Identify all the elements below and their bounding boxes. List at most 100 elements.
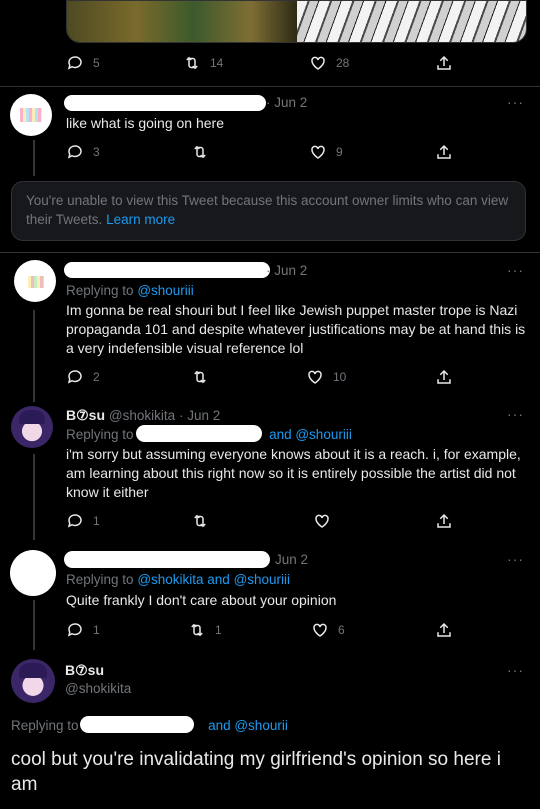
reply-count: 1 [93, 514, 100, 528]
reply-icon [67, 145, 82, 159]
like-count: 10 [333, 370, 347, 384]
avatar[interactable] [11, 406, 53, 448]
like-count: 6 [338, 623, 345, 637]
divider [0, 86, 540, 87]
heart-icon [311, 56, 325, 70]
thread-line [33, 140, 35, 176]
share-icon [437, 144, 451, 159]
tweet-text: i'm sorry but assuming everyone knows ab… [66, 446, 521, 500]
avatar[interactable] [10, 94, 52, 136]
avatar[interactable] [10, 550, 56, 596]
like-action[interactable]: 6 [311, 621, 345, 639]
retweet-icon [194, 145, 206, 159]
replying-label: Replying to [66, 572, 134, 587]
retweet-icon [194, 514, 206, 528]
retweet-icon [186, 56, 198, 70]
notice-text: You're unable to view this Tweet because… [26, 193, 509, 227]
retweet-count: 1 [215, 623, 222, 637]
reply-icon [67, 623, 82, 637]
display-name[interactable]: B⑦su [66, 407, 105, 423]
retweet-action[interactable] [191, 512, 218, 530]
handle[interactable]: @shokikita [109, 408, 175, 423]
more-icon[interactable]: ··· [507, 262, 524, 278]
tweet-text: Im gonna be real shouri but I feel like … [66, 302, 526, 356]
mention-link[interactable]: @shouriii [137, 283, 193, 298]
like-action[interactable]: 10 [306, 368, 346, 386]
share-icon [437, 513, 451, 528]
reply-count: 1 [93, 623, 100, 637]
share-icon [437, 55, 451, 70]
heart-icon [313, 623, 327, 637]
share-action[interactable] [435, 143, 453, 161]
replying-label: Replying to [66, 427, 134, 442]
mention-link[interactable]: @shokikita and @shouriii [137, 572, 290, 587]
retweet-action[interactable] [191, 368, 218, 386]
reply-action[interactable]: 3 [66, 143, 100, 161]
reply-action[interactable]: 2 [66, 368, 100, 386]
tweet-date[interactable]: · Jun 2 [266, 263, 307, 278]
author-line: B⑦su @shokikita · Jun 2 [66, 407, 220, 424]
replying-to: Replying to @shokikita and @shouriii [66, 572, 290, 587]
share-action[interactable] [435, 512, 453, 530]
share-icon [437, 369, 451, 384]
more-icon[interactable]: ··· [507, 551, 524, 567]
replying-to: Replying to @shouriii [66, 283, 194, 298]
tweet-date[interactable]: · Jun 2 [179, 408, 220, 423]
learn-more-link[interactable]: Learn more [106, 212, 175, 227]
thread-line [33, 600, 35, 650]
tweet-text: Quite frankly I don't care about your op… [66, 592, 337, 608]
reply-action[interactable]: 1 [66, 512, 100, 530]
handle[interactable]: @shokikita [65, 681, 131, 696]
like-count: 28 [336, 56, 350, 70]
mention-link[interactable]: and @shourii [208, 718, 288, 733]
heart-icon [308, 370, 322, 384]
redaction [64, 262, 270, 278]
retweet-action[interactable]: 1 [188, 621, 222, 639]
reply-count: 2 [93, 370, 100, 384]
retweet-icon [194, 370, 206, 384]
tweet-date[interactable]: Jun 2 [275, 552, 308, 567]
like-action[interactable]: 28 [309, 54, 349, 72]
like-action[interactable] [313, 512, 340, 530]
share-action[interactable] [435, 368, 453, 386]
divider [0, 252, 540, 253]
mention-link[interactable]: and @shouriii [269, 427, 352, 442]
redaction [64, 551, 270, 568]
avatar[interactable] [11, 659, 55, 703]
retweet-icon [191, 623, 203, 637]
tweet-text: like what is going on here [66, 115, 224, 131]
tweet-date[interactable]: · Jun 2 [266, 95, 307, 110]
reply-count: 3 [93, 145, 100, 159]
more-icon[interactable]: ··· [507, 94, 524, 110]
share-action[interactable] [435, 54, 453, 72]
retweet-action[interactable]: 14 [183, 54, 223, 72]
replying-to: Replying to and @shouriii [66, 427, 526, 442]
retweet-action[interactable] [191, 143, 218, 161]
avatar[interactable] [14, 260, 56, 302]
replying-label: Replying to [66, 283, 134, 298]
reply-icon [67, 56, 82, 70]
thread-line [33, 454, 35, 540]
like-count: 9 [336, 145, 343, 159]
reply-count: 5 [93, 56, 100, 70]
thread-line [33, 310, 35, 402]
reply-action[interactable]: 1 [66, 621, 100, 639]
media-image[interactable] [66, 0, 527, 43]
retweet-count: 14 [210, 56, 224, 70]
reply-action[interactable]: 5 [66, 54, 100, 72]
redaction [64, 95, 266, 111]
reply-icon [67, 514, 82, 528]
redaction [136, 425, 262, 442]
heart-icon [311, 145, 325, 159]
like-action[interactable]: 9 [309, 143, 343, 161]
more-icon[interactable]: ··· [507, 662, 524, 678]
share-icon [437, 622, 451, 637]
tweet-text: cool but you're invalidating my girlfrie… [11, 749, 501, 795]
more-icon[interactable]: ··· [507, 406, 524, 422]
replying-label: Replying to [11, 718, 79, 733]
share-action[interactable] [435, 621, 453, 639]
unavailable-tweet-notice: You're unable to view this Tweet because… [11, 181, 526, 241]
display-name[interactable]: B⑦su [65, 662, 104, 679]
reply-icon [67, 370, 82, 384]
redaction [80, 716, 194, 733]
